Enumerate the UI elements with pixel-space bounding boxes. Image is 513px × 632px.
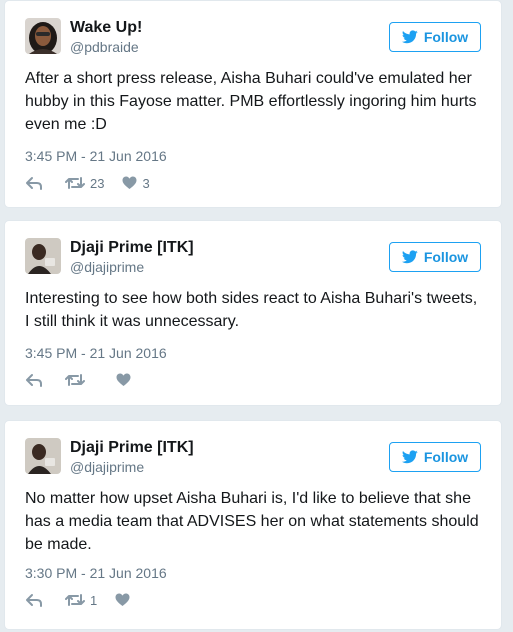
follow-label: Follow [423, 449, 469, 465]
like-button[interactable] [116, 373, 136, 387]
retweet-icon [65, 177, 85, 189]
heart-icon [116, 373, 131, 386]
user-handle[interactable]: @djajiprime [70, 458, 144, 476]
follow-label: Follow [423, 29, 469, 45]
user-handle[interactable]: @djajiprime [70, 258, 144, 276]
tweet-timestamp[interactable]: 3:45 PM - 21 Jun 2016 [25, 344, 167, 362]
reply-button[interactable] [25, 176, 43, 190]
retweet-icon [65, 374, 85, 386]
user-handle[interactable]: @pdbraide [70, 38, 139, 56]
reply-button[interactable] [25, 373, 43, 387]
tweet-actions [25, 371, 136, 389]
retweet-button[interactable] [65, 373, 90, 387]
tweet-text: After a short press release, Aisha Buhar… [25, 70, 477, 133]
follow-button[interactable]: Follow [389, 22, 481, 52]
tweet-actions: 23 3 [25, 174, 150, 192]
avatar[interactable] [25, 238, 61, 274]
follow-button[interactable]: Follow [389, 442, 481, 472]
like-button[interactable] [115, 593, 135, 607]
tweet-actions: 1 [25, 591, 135, 609]
reply-button[interactable] [25, 593, 43, 607]
heart-icon [122, 176, 137, 189]
avatar[interactable] [25, 18, 61, 54]
tweet-timestamp[interactable]: 3:45 PM - 21 Jun 2016 [25, 147, 167, 165]
user-name[interactable]: Wake Up! [70, 18, 142, 38]
twitter-bird-icon [401, 30, 418, 44]
retweet-icon [65, 594, 85, 606]
reply-icon [26, 177, 42, 190]
tweet-feed: Wake Up! @pdbraide Follow After a short … [0, 0, 513, 632]
avatar[interactable] [25, 438, 61, 474]
retweet-count: 1 [90, 592, 98, 608]
twitter-bird-icon [401, 250, 418, 264]
tweet-timestamp[interactable]: 3:30 PM - 21 Jun 2016 [25, 564, 167, 582]
tweet-text: Interesting to see how both sides react … [25, 290, 478, 330]
retweet-button[interactable]: 1 [65, 593, 97, 608]
twitter-bird-icon [401, 450, 418, 464]
like-button[interactable]: 3 [122, 175, 150, 191]
user-name[interactable]: Djaji Prime [ITK] [70, 238, 194, 258]
follow-button[interactable]: Follow [389, 242, 481, 272]
reply-icon [26, 594, 42, 607]
reply-icon [26, 374, 42, 387]
tweet-card: Djaji Prime [ITK] @djajiprime Follow No … [4, 420, 502, 630]
tweet-card: Wake Up! @pdbraide Follow After a short … [4, 0, 502, 208]
like-count: 3 [142, 175, 150, 191]
retweet-button[interactable]: 23 [65, 176, 104, 191]
user-name[interactable]: Djaji Prime [ITK] [70, 438, 194, 458]
tweet-card: Djaji Prime [ITK] @djajiprime Follow Int… [4, 220, 502, 406]
heart-icon [115, 593, 130, 606]
retweet-count: 23 [90, 175, 105, 191]
follow-label: Follow [423, 249, 469, 265]
tweet-text: No matter how upset Aisha Buhari is, I'd… [25, 490, 479, 553]
